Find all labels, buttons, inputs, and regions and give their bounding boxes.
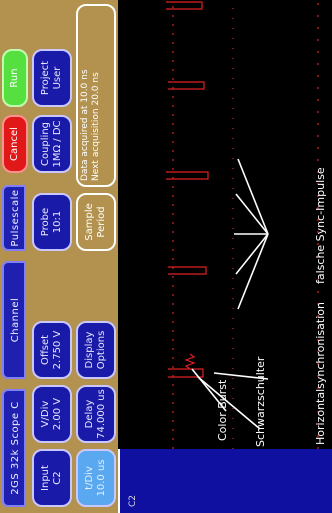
sync-pulse-2 (168, 266, 207, 275)
display-title: Display (84, 331, 95, 369)
oscilloscope-screen: 2GS 32k Scope C Channel Pulsescale Cance… (0, 0, 332, 513)
offset-title: Offset (40, 334, 51, 366)
sync-pulse-5 (166, 1, 203, 10)
waveform-display: Schwarzschulter Color Burst Horizontalsy… (118, 0, 332, 449)
label-schwarzschulter: Schwarzschulter (254, 356, 267, 447)
sample-period-button[interactable]: Sample Period (76, 193, 116, 251)
arrow-false-sync-4 (235, 193, 269, 235)
coupling-value: 1MΩ / DC (52, 120, 63, 168)
channel-section-label: Channel (2, 261, 26, 379)
project-user-button[interactable]: Project User (32, 49, 72, 107)
vdiv-button[interactable]: V/Div 2.00 V (32, 385, 72, 443)
cancel-label: Cancel (9, 127, 20, 161)
probe-button[interactable]: Probe 10:1 (32, 193, 72, 251)
user-title: User (52, 66, 63, 90)
signal-trace (166, 0, 319, 449)
control-toolbar: 2GS 32k Scope C Channel Pulsescale Cance… (0, 0, 118, 513)
input-button[interactable]: Input C2 (32, 449, 72, 507)
delay-title: Delay (84, 399, 95, 429)
arrow-schwarzschulter (197, 376, 261, 430)
tdiv-button[interactable]: t/Div 10.0 us (76, 449, 116, 507)
project-title: Project (40, 60, 51, 96)
vdiv-title: V/Div (40, 400, 51, 428)
acquisition-status: Data acquired at 10.0 ns Next acquisitio… (76, 4, 116, 187)
pulsescale-label: Pulsescale (2, 185, 26, 251)
input-value: C2 (52, 471, 63, 485)
arrow-false-sync-1 (237, 233, 269, 310)
rotated-screen: 2GS 32k Scope C Channel Pulsescale Cance… (0, 0, 332, 513)
run-label: Run (9, 68, 20, 88)
vdiv-value: 2.00 V (52, 397, 63, 431)
scope-title: 2GS 32k Scope C (2, 389, 26, 507)
run-button[interactable]: Run (2, 49, 28, 107)
channel-panel-label: C2 (128, 494, 138, 507)
arrow-false-sync-5 (237, 158, 269, 235)
probe-title: Probe (40, 207, 51, 237)
cancel-button[interactable]: Cancel (2, 115, 28, 173)
label-horizontal-sync: Horizontalsynchronisation (314, 302, 327, 445)
delay-value: 74.000 us (96, 389, 107, 439)
tdiv-value: 10.0 us (96, 459, 107, 497)
acquired-text: Data acquired at 10.0 ns (80, 69, 90, 181)
probe-value: 10:1 (52, 210, 63, 234)
label-false-sync: falsche Sync-Impulse (314, 167, 327, 284)
display-options-button[interactable]: Display Options (76, 321, 116, 379)
delay-button[interactable]: Delay 74.000 us (76, 385, 116, 443)
tdiv-title: t/Div (84, 466, 95, 490)
input-title: Input (40, 465, 51, 491)
coupling-button[interactable]: Coupling 1MΩ / DC (32, 115, 72, 173)
channel-panel: C2 (118, 449, 332, 513)
sample-value: Period (96, 206, 107, 238)
sample-title: Sample (84, 203, 95, 241)
arrow-false-sync-2 (235, 233, 269, 275)
display-value: Options (96, 330, 107, 370)
label-color-burst: Color Burst (216, 379, 229, 441)
coupling-title: Coupling (40, 121, 51, 167)
sync-pulse-3 (166, 171, 209, 180)
offset-button[interactable]: Offset 2.750 V (32, 321, 72, 379)
offset-value: 2.750 V (52, 330, 63, 370)
next-acquisition-text: Next acquisition 20.0 ns (91, 72, 101, 181)
